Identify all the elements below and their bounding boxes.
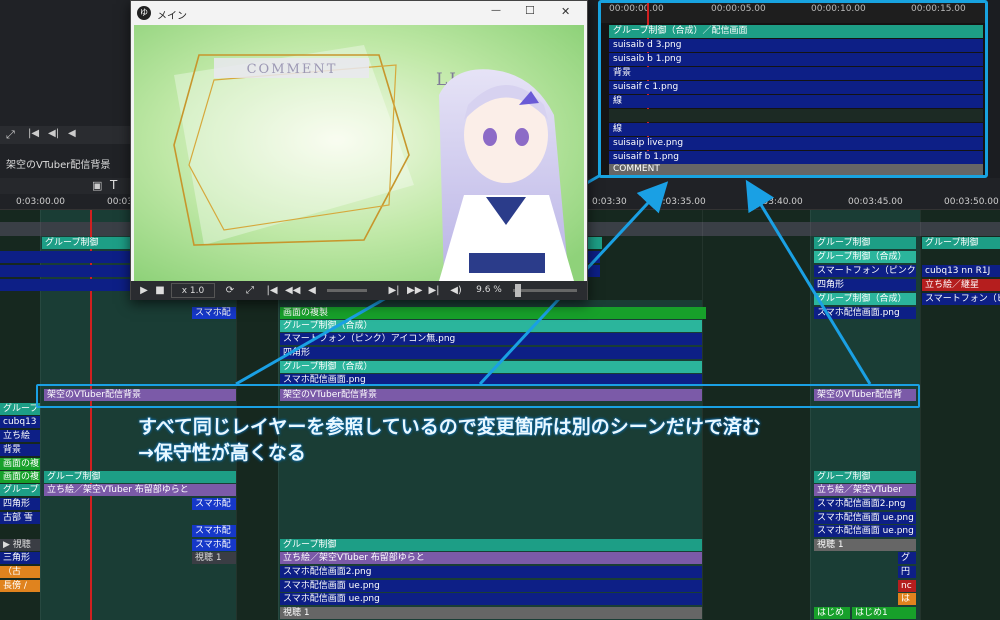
zoom-layer-row[interactable]: suisaip live.png: [609, 137, 983, 150]
annotation-line-2: →保守性が高くなる: [138, 442, 306, 464]
next-frame-icon[interactable]: ▶|: [387, 283, 401, 298]
close-icon[interactable]: ✕: [561, 5, 570, 18]
zoom-layer-row[interactable]: suisaib b 1.png: [609, 53, 983, 66]
zoom-callout: 00:00:00.00 00:00:05.00 00:00:10.00 00:0…: [598, 0, 988, 178]
zoom-slider[interactable]: [513, 289, 577, 292]
preview-window[interactable]: ゆ メイン — ☐ ✕ COMMENT L: [130, 0, 588, 300]
zoom-slider-thumb[interactable]: [515, 284, 521, 297]
annotation-note: すべて同じレイヤーを参照しているので変更箇所は別のシーンだけで済む →保守性が高…: [138, 414, 898, 474]
step-forward-icon[interactable]: ▶▶: [407, 283, 422, 298]
skip-end-icon[interactable]: ▶|: [427, 283, 441, 298]
comment-label: COMMENT: [247, 62, 338, 77]
stop-icon[interactable]: ■: [153, 283, 167, 298]
preview-scene-art: COMMENT LIvE: [134, 25, 584, 281]
zoom-layer-row[interactable]: [609, 109, 983, 122]
maximize-icon[interactable]: ☐: [525, 4, 535, 17]
preview-titlebar[interactable]: ゆ メイン — ☐ ✕: [131, 1, 587, 25]
app-icon: ゆ: [137, 6, 151, 20]
preview-title: メイン: [157, 11, 187, 22]
preview-canvas[interactable]: COMMENT LIvE: [134, 25, 584, 281]
zoom-layer-row[interactable]: COMMENT: [609, 164, 983, 175]
step-back-icon[interactable]: ◀◀: [285, 283, 300, 298]
zoom-layer-row[interactable]: suisaif b 1.png: [609, 151, 983, 164]
loop-icon[interactable]: ⟳: [223, 283, 237, 298]
zoom-layer-row[interactable]: 線: [609, 123, 983, 136]
callout-arrow: [745, 179, 872, 385]
zoom-tick: 00:00:00.00: [609, 4, 664, 14]
seek-slider[interactable]: [327, 289, 367, 292]
preview-controls: ▶ ■ x 1.0 ⟳ ⤢ |◀ ◀◀ ◀ ▶| ▶▶ ▶| ◀) 9.6 %: [131, 281, 587, 300]
volume-icon[interactable]: ◀): [449, 283, 463, 298]
prev-frame-icon[interactable]: ◀: [305, 283, 319, 298]
zoom-layer-row[interactable]: 線: [609, 95, 983, 108]
annotation-line-1: すべて同じレイヤーを参照しているので変更箇所は別のシーンだけで済む: [138, 416, 761, 438]
skip-start-icon[interactable]: |◀: [265, 283, 279, 298]
zoom-tick: 00:00:10.00: [811, 4, 866, 14]
zoom-layer-row[interactable]: suisaif c 1.png: [609, 81, 983, 94]
zoom-ruler: 00:00:00.00 00:00:05.00 00:00:10.00 00:0…: [601, 3, 985, 23]
zoom-readout: 9.6 %: [476, 285, 502, 295]
zoom-layer-row[interactable]: 背景: [609, 67, 983, 80]
minimize-icon[interactable]: —: [491, 5, 501, 16]
zoom-layer-row[interactable]: グループ制御（合成）／配信画面: [609, 25, 983, 38]
zoom-layer-row[interactable]: suisaib d 3.png: [609, 39, 983, 52]
play-icon[interactable]: ▶: [137, 283, 151, 298]
resize-icon[interactable]: ⤢: [243, 283, 257, 298]
speed-select[interactable]: x 1.0: [171, 283, 215, 298]
zoom-tick: 00:00:05.00: [711, 4, 766, 14]
zoom-tick: 00:00:15.00: [911, 4, 966, 14]
